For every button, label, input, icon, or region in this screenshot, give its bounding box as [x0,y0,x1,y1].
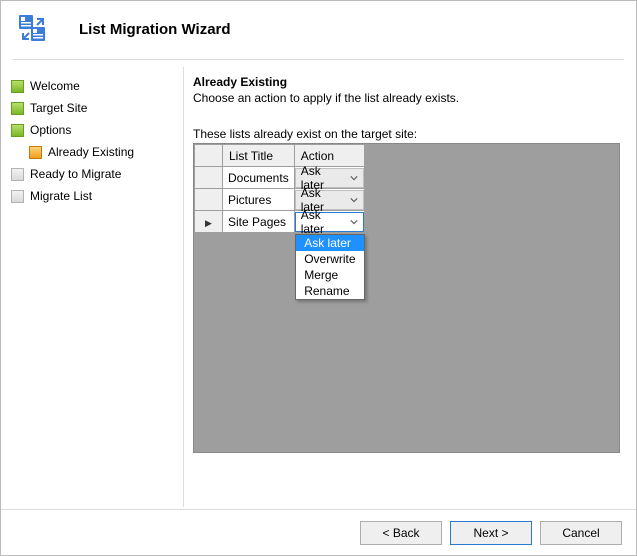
step-migrate-list[interactable]: Migrate List [11,185,173,207]
page-subtitle: Choose an action to apply if the list al… [193,91,620,105]
step-label: Target Site [30,101,87,115]
wizard-steps-sidebar: Welcome Target Site Options Already Existin… [1,67,173,507]
row-header[interactable] [195,189,223,211]
step-label: Ready to Migrate [30,167,121,181]
step-status-icon [11,102,24,115]
header-separator [13,59,624,60]
wizard-page: Already Existing Choose an action to app… [173,67,636,507]
step-label: Options [30,123,71,137]
dropdown-option[interactable]: Overwrite [296,251,364,267]
step-welcome[interactable]: Welcome [11,75,173,97]
vertical-separator [183,67,184,507]
wizard-title: List Migration Wizard [79,21,231,38]
chevron-down-icon[interactable] [347,193,361,207]
step-ready-to-migrate[interactable]: Ready to Migrate [11,163,173,185]
grid-caption: These lists already exist on the target … [193,127,620,141]
row-header[interactable] [195,167,223,189]
grid-corner [195,145,223,167]
action-dropdown[interactable]: Ask later [295,212,364,232]
back-button[interactable]: < Back [360,521,442,545]
step-status-icon [11,80,24,93]
wizard-header: List Migration Wizard [1,1,636,55]
chevron-down-icon[interactable] [347,215,361,229]
step-status-icon [29,146,42,159]
dropdown-option[interactable]: Merge [296,267,364,283]
action-dropdown-list[interactable]: Ask laterOverwriteMergeRename [295,234,365,300]
cancel-button[interactable]: Cancel [540,521,622,545]
step-target-site[interactable]: Target Site [11,97,173,119]
chevron-down-icon[interactable] [347,171,361,185]
grid-row[interactable]: Site PagesAsk later [195,211,365,233]
wizard-icon [17,13,49,45]
cell-list-title: Pictures [223,193,294,207]
dropdown-option[interactable]: Ask later [296,235,364,251]
lists-grid[interactable]: List Title Action DocumentsAsk laterPict… [193,143,620,453]
action-dropdown[interactable]: Ask later [295,190,364,210]
cell-list-title: Site Pages [223,215,294,229]
col-header-title[interactable]: List Title [223,145,295,167]
action-dropdown[interactable]: Ask later [295,168,364,188]
step-status-icon [11,190,24,203]
action-value: Ask later [301,208,347,236]
next-button[interactable]: Next > [450,521,532,545]
wizard-footer: < Back Next > Cancel [1,509,636,555]
step-options[interactable]: Options [11,119,173,141]
dropdown-option[interactable]: Rename [296,283,364,299]
step-label: Welcome [30,79,80,93]
step-label: Already Existing [48,145,134,159]
step-status-icon [11,124,24,137]
step-status-icon [11,168,24,181]
step-already-existing[interactable]: Already Existing [11,141,173,163]
row-header[interactable] [195,211,223,233]
page-title: Already Existing [193,75,620,89]
step-label: Migrate List [30,189,92,203]
cell-list-title: Documents [223,171,294,185]
